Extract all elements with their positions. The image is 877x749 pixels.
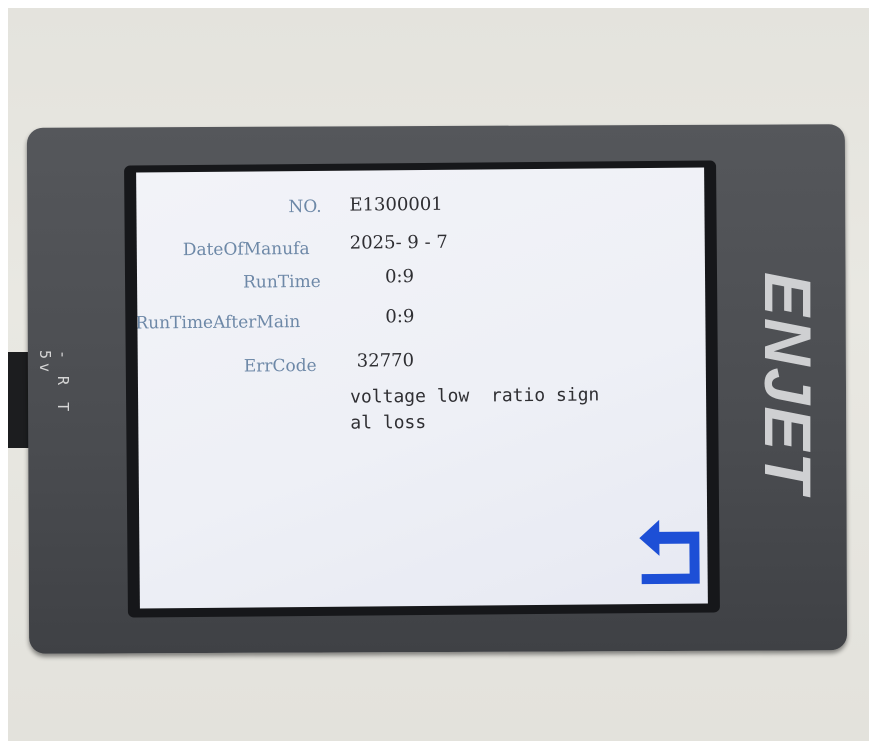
port-label: - R T 5v bbox=[36, 350, 72, 416]
device-screen: NO. E1300001 DateOfManufa 2025- 9 - 7 Ru… bbox=[136, 167, 708, 609]
field-label-errcode: ErrCode bbox=[243, 355, 317, 377]
field-label-runtime: RunTime bbox=[242, 271, 321, 293]
error-message: voltage low ratio sign al loss bbox=[349, 384, 600, 434]
return-arrow-icon bbox=[639, 519, 700, 585]
brand-logo: ENJET bbox=[751, 271, 825, 495]
field-label-runtime-after-main: RunTimeAfterMain bbox=[136, 312, 301, 334]
field-value-errcode: 32770 bbox=[356, 350, 415, 372]
field-value-runtime: 0:9 bbox=[384, 266, 415, 288]
field-value-runtime-after-main: 0:9 bbox=[385, 306, 415, 328]
field-value-no: E1300001 bbox=[349, 193, 443, 216]
field-label-no: NO. bbox=[288, 196, 322, 218]
field-value-date: 2025- 9 - 7 bbox=[349, 231, 448, 254]
field-label-date: DateOfManufa bbox=[182, 238, 310, 261]
back-button[interactable] bbox=[637, 516, 704, 589]
